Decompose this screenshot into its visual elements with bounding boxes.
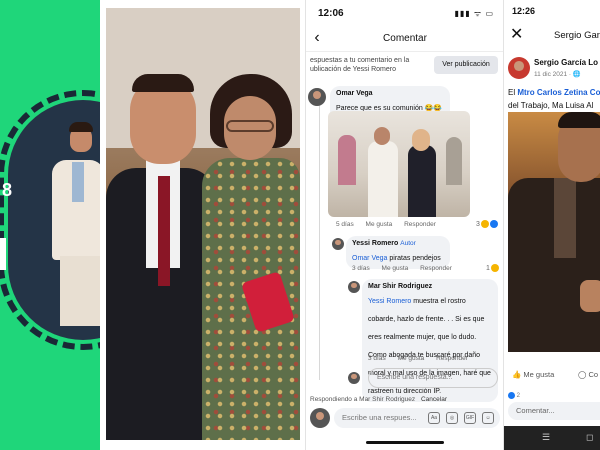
status-icons: ▮▮▮ ᯤ ▭ [454, 9, 494, 18]
thread-line [319, 90, 320, 380]
view-post-button[interactable]: Ver publicación [434, 56, 498, 74]
reaction-summary[interactable]: 2 [508, 392, 520, 399]
reply-input[interactable]: Escribe una respuesta... [368, 368, 498, 388]
comment-age: 3 días [352, 265, 370, 272]
reply-link[interactable]: Responder [420, 265, 452, 272]
gif-icon[interactable]: GIF [464, 412, 476, 424]
avatar[interactable] [308, 88, 326, 106]
avatar[interactable] [348, 281, 360, 293]
photo-man-head [374, 127, 390, 145]
avatar[interactable] [508, 57, 530, 79]
comments-header: ‹ Comentar [306, 26, 503, 52]
green-promo-panel: 8 [0, 0, 100, 450]
comment-photo[interactable] [328, 111, 470, 217]
home-icon[interactable]: ◻ [586, 432, 593, 443]
like-icon [508, 392, 515, 399]
menu-icon[interactable]: ☰ [542, 432, 550, 443]
photo-person-bg [338, 135, 356, 185]
comments-screen: 12:06 ▮▮▮ ᯤ ▭ ‹ Comentar espuestas a tu … [305, 0, 503, 450]
like-icon [489, 220, 498, 228]
thumbs-up-hand [580, 280, 600, 312]
like-link[interactable]: Me gusta [366, 221, 393, 228]
man-hair [69, 122, 93, 132]
photo-woman [408, 145, 436, 217]
like-link[interactable]: Me gusta [382, 265, 409, 272]
emoji-icon[interactable]: ☺ [482, 412, 494, 424]
bottom-nav: ☰ ◻ [504, 426, 600, 450]
portrait-photo [106, 8, 300, 440]
promo-bar [0, 238, 6, 270]
photo-panel [100, 0, 305, 450]
comment-age: 3 días [368, 355, 386, 362]
reply-link[interactable]: Responder [436, 355, 468, 362]
status-time: 12:06 [318, 8, 344, 19]
haha-icon [480, 220, 489, 228]
photo-hair [558, 112, 600, 128]
replying-to-text: Respondiendo a Mar Shir Rodriguez [310, 396, 416, 403]
comment-author[interactable]: Yessi Romero Autor [352, 240, 444, 247]
status-bar: 12:06 ▮▮▮ ᯤ ▭ [306, 0, 503, 26]
text-style-icon[interactable]: Aa [428, 412, 440, 424]
mention-link[interactable]: Omar Vega [352, 255, 387, 262]
reaction-number: 2 [516, 393, 521, 400]
mention-link[interactable]: Yessi Romero [368, 298, 411, 305]
like-button[interactable]: 👍 Me gusta [512, 370, 554, 379]
man-hair [132, 74, 194, 92]
post-header: ✕ Sergio Gar [504, 22, 600, 48]
reaction-number: 1 [486, 264, 490, 272]
avatar [310, 408, 330, 428]
comment-author[interactable]: Omar Vega [336, 90, 444, 97]
comment-author[interactable]: Mar Shir Rodriguez [368, 283, 492, 290]
comment-meta: 3 días Me gusta Responder [368, 355, 478, 362]
photo-shirt [554, 178, 576, 258]
like-link[interactable]: Me gusta [398, 355, 425, 362]
screenshot-collage: 8 12:06 ▮▮▮ ᯤ ▭ ‹ Comentar espuestas a t… [0, 0, 600, 450]
cancel-reply-button[interactable]: Cancelar [421, 396, 447, 403]
post-text-prefix: El [508, 88, 518, 97]
status-bar: 12:26 [504, 0, 600, 22]
photo-woman-head [412, 129, 430, 151]
photo-person-bg [446, 137, 462, 185]
status-time: 12:26 [512, 6, 536, 16]
photo-man [368, 141, 398, 217]
man-tie [158, 176, 170, 286]
page-title: Sergio Gar [554, 30, 600, 41]
page-title: Comentar [383, 33, 427, 44]
comment-input[interactable]: Comentar... [508, 402, 600, 420]
mention-link[interactable]: Mtro Carlos Zetina Co [517, 88, 600, 97]
comment-age: 5 días [336, 221, 354, 228]
avatar[interactable] [332, 238, 344, 250]
man-shirt [72, 162, 84, 202]
post-date: 11 dic 2021 · 🌐 [534, 71, 581, 78]
reply-link[interactable]: Responder [404, 221, 436, 228]
replying-to-bar: Respondiendo a Mar Shir Rodriguez Cancel… [310, 396, 447, 403]
compose-placeholder: Escribe una respues... [342, 413, 417, 422]
comment-text: piratas pendejos [389, 255, 441, 262]
reaction-count[interactable]: 3 [476, 220, 498, 228]
post-screen: 12:26 ✕ Sergio Gar Sergio García Lo 11 d… [503, 0, 600, 450]
man-legs [60, 256, 100, 326]
post-text: El Mtro Carlos Zetina Co del Trabajo, Ma… [508, 86, 600, 112]
post-text-line2: del Trabajo, Ma Luisa Al [508, 101, 594, 110]
comment-meta: 5 días Me gusta Responder [336, 221, 446, 228]
reaction-number: 3 [476, 220, 480, 228]
author-badge: Autor [400, 240, 416, 247]
promo-number: 8 [2, 180, 13, 200]
glasses [226, 120, 274, 132]
post-actions: 👍 Me gusta ◯ Co [504, 364, 600, 388]
camera-icon[interactable]: ◎ [446, 412, 458, 424]
close-icon[interactable]: ✕ [510, 24, 523, 44]
haha-icon [490, 264, 499, 272]
post-photo[interactable] [508, 112, 600, 352]
reaction-count[interactable]: 1 [486, 264, 499, 272]
reply-info-text: espuestas a tu comentario en la ublicaci… [310, 57, 410, 73]
home-indicator[interactable] [366, 441, 444, 444]
post-author[interactable]: Sergio García Lo [534, 58, 598, 67]
compose-icons: Aa ◎ GIF ☺ [428, 412, 494, 424]
comment-meta: 3 días Me gusta Responder [352, 265, 462, 272]
comment-compose-input[interactable]: Escribe una respues... Aa ◎ GIF ☺ [334, 408, 500, 428]
comment-button[interactable]: ◯ Co [578, 370, 598, 379]
avatar [348, 372, 360, 384]
